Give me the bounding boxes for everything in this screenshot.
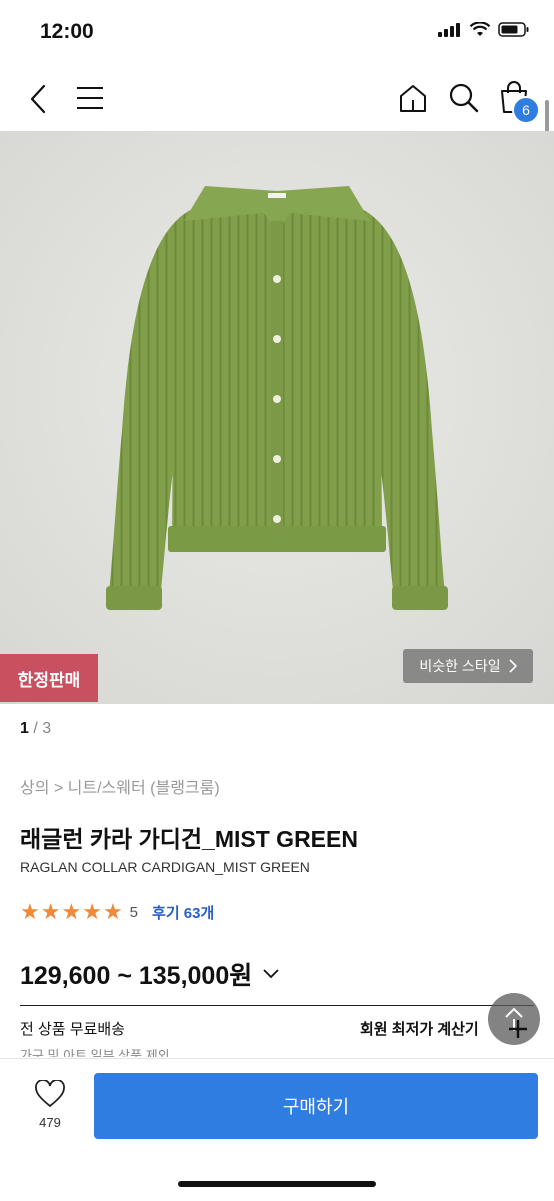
star-icon: ★ xyxy=(20,899,40,924)
buy-button[interactable]: 구매하기 xyxy=(94,1073,538,1139)
product-title: 래글런 카라 가디건_MIST GREEN xyxy=(20,826,358,852)
back-icon xyxy=(30,84,46,114)
home-icon xyxy=(400,85,426,112)
chevron-down-icon xyxy=(263,969,279,979)
search-icon xyxy=(449,83,479,113)
cardigan-illustration xyxy=(0,131,554,704)
similar-style-button[interactable]: 비슷한 스타일 xyxy=(403,649,533,683)
free-shipping-text: 전 상품 무료배송 xyxy=(20,1021,125,1038)
like-count: 479 xyxy=(39,1115,61,1130)
expand-plus[interactable] xyxy=(507,1018,529,1045)
like-button[interactable]: 479 xyxy=(28,1079,72,1130)
shipping-note: 가구 및 아트 일부 상품 제외 xyxy=(20,1048,170,1057)
status-time: 12:00 xyxy=(40,20,94,43)
status-icons xyxy=(438,22,530,37)
review-count-link[interactable]: 후기 63개 xyxy=(152,902,214,923)
star-icon: ★ xyxy=(102,899,123,924)
image-pager: 1 / 3 xyxy=(20,720,51,738)
breadcrumb[interactable]: 상의 > 니트/스웨터 (블랭크룸) xyxy=(20,774,220,798)
member-price-calculator[interactable]: 회원 최저가 계산기 xyxy=(360,1018,479,1039)
star-icon: ★ xyxy=(61,899,82,924)
star-icon: ★ xyxy=(40,899,61,924)
rating-value: 5 xyxy=(129,903,139,921)
plus-icon xyxy=(509,1020,527,1038)
similar-style-label: 비슷한 스타일 xyxy=(419,658,501,674)
star-icon: ★ xyxy=(82,899,102,924)
heart-icon xyxy=(35,1079,65,1108)
rating-row[interactable]: ★ ★ ★ ★ ★ 5 후기 63개 xyxy=(20,900,214,924)
home-indicator xyxy=(178,1181,376,1187)
menu-button[interactable] xyxy=(76,85,104,116)
wifi-icon xyxy=(470,22,490,36)
menu-icon xyxy=(77,87,103,109)
home-button[interactable] xyxy=(398,83,428,118)
chevron-right-icon xyxy=(509,659,517,673)
cart-count-badge: 6 xyxy=(512,96,540,124)
back-button[interactable] xyxy=(24,82,54,121)
divider xyxy=(20,1005,534,1006)
signal-icon xyxy=(438,22,460,37)
price-range: 129,600 ~ 135,000원 xyxy=(20,962,253,990)
pager-total: / 3 xyxy=(28,720,52,737)
limited-sale-badge: 한정판매 xyxy=(0,654,98,702)
battery-icon xyxy=(498,22,529,37)
search-button[interactable] xyxy=(448,82,480,119)
pager-current: 1 xyxy=(20,720,29,737)
product-subtitle: RAGLAN COLLAR CARDIGAN_MIST GREEN xyxy=(20,859,310,875)
price-row[interactable]: 129,600 ~ 135,000원 xyxy=(20,956,280,992)
product-image[interactable] xyxy=(0,131,554,704)
